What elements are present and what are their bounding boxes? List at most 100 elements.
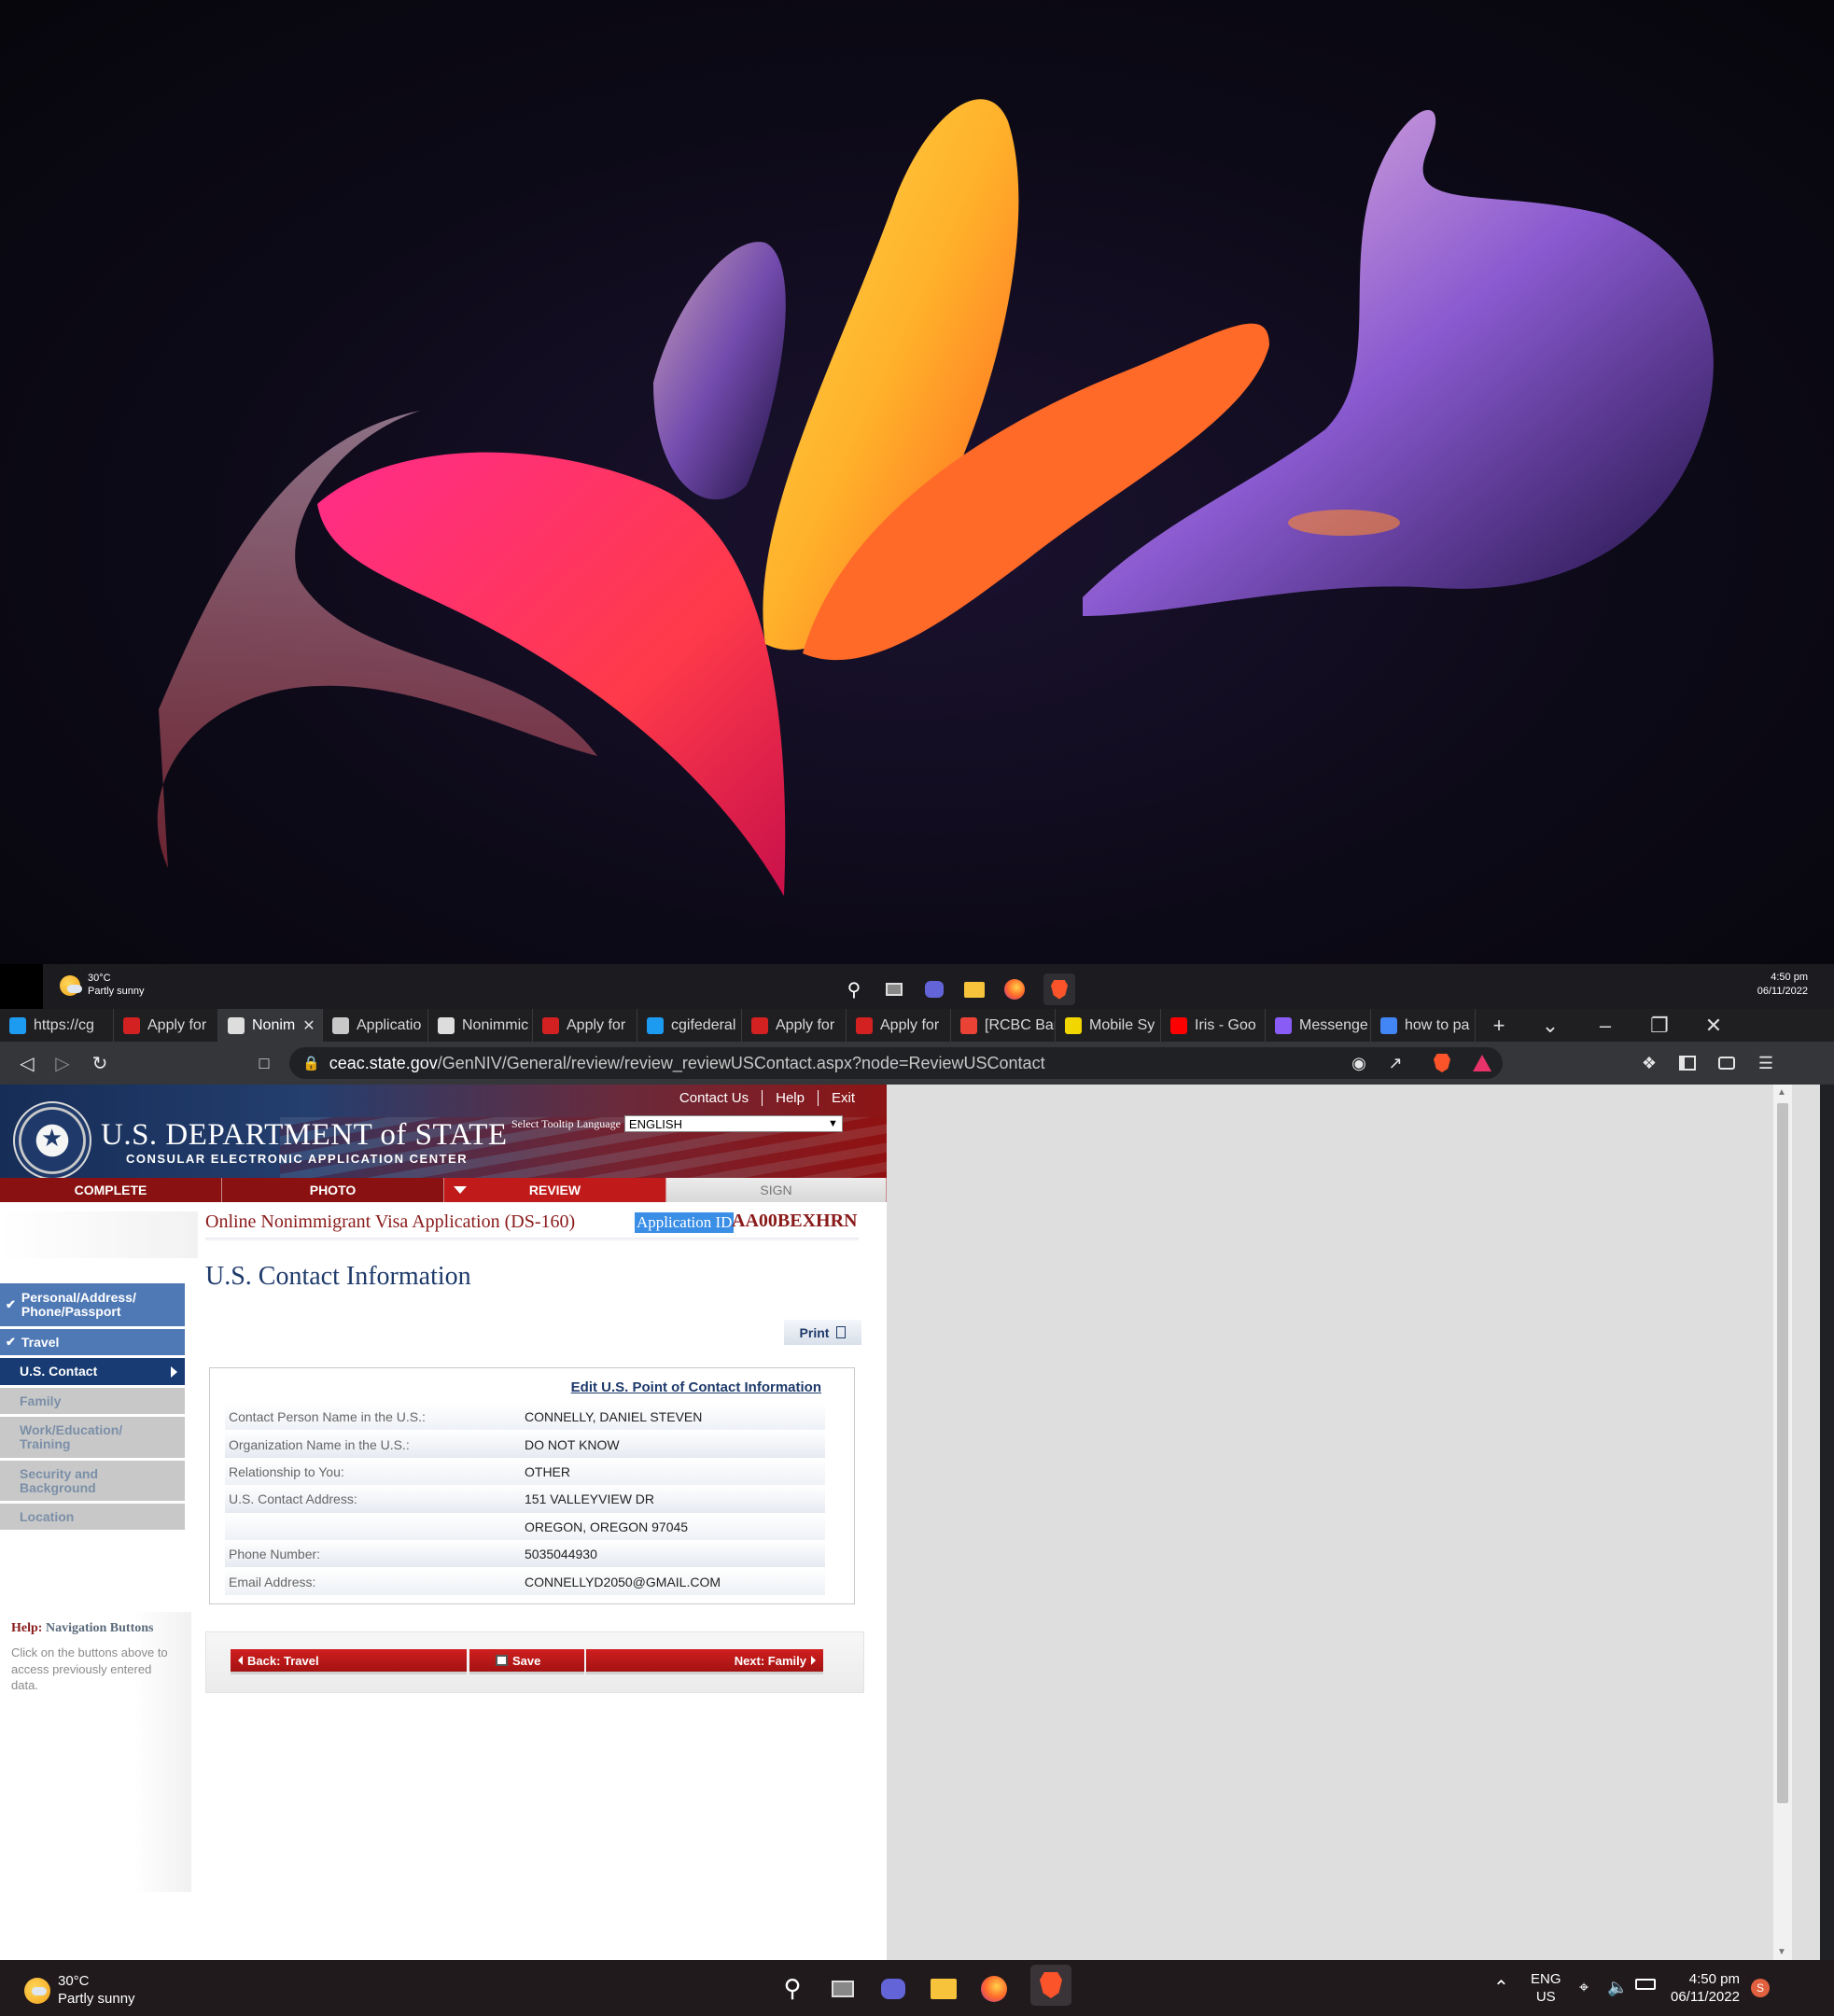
browser-tab[interactable]: Iris - Goo bbox=[1161, 1009, 1266, 1042]
reload-icon[interactable]: ↻ bbox=[88, 1051, 112, 1075]
brave-icon[interactable] bbox=[1030, 1965, 1071, 2006]
file-explorer-icon[interactable] bbox=[930, 1975, 958, 2003]
row-label: Contact Person Name in the U.S.: bbox=[229, 1409, 426, 1425]
step-review[interactable]: REVIEW bbox=[444, 1178, 666, 1202]
print-label: Print bbox=[799, 1324, 830, 1340]
tab-favicon-icon bbox=[332, 1016, 349, 1034]
wallet-icon[interactable] bbox=[1715, 1051, 1739, 1075]
help-title-prefix: Help: bbox=[11, 1621, 43, 1635]
task-view-icon[interactable] bbox=[883, 978, 905, 1001]
step-complete[interactable]: COMPLETE bbox=[0, 1178, 222, 1202]
step-photo[interactable]: PHOTO bbox=[222, 1178, 444, 1202]
exit-link[interactable]: Exit bbox=[817, 1090, 868, 1106]
next-button[interactable]: Next: Family bbox=[586, 1649, 823, 1672]
extensions-icon[interactable]: ❖ bbox=[1637, 1051, 1661, 1075]
tab-search-icon[interactable]: ⌄ bbox=[1522, 1009, 1578, 1042]
browser-tab[interactable]: [RCBC Bar bbox=[951, 1009, 1056, 1042]
browser-tab[interactable]: how to pa bbox=[1371, 1009, 1476, 1042]
search-icon[interactable]: ⚲ bbox=[778, 1974, 806, 2003]
next-button-label: Next: Family bbox=[734, 1653, 806, 1668]
contact-us-link[interactable]: Contact Us bbox=[666, 1090, 762, 1106]
print-button[interactable]: Print bbox=[784, 1320, 861, 1345]
tooltip-language-select[interactable]: ENGLISH ▼ bbox=[623, 1115, 843, 1132]
tab-label: Apply for bbox=[776, 1016, 835, 1033]
address-bar[interactable]: 🔒 ceac.state.gov/GenNIV/General/review/r… bbox=[289, 1047, 1503, 1079]
minimize-icon[interactable]: – bbox=[1578, 1009, 1632, 1042]
task-view-icon[interactable] bbox=[829, 1975, 857, 2003]
brave-icon[interactable] bbox=[1043, 973, 1075, 1005]
nav-family-label: Family bbox=[20, 1393, 62, 1408]
browser-tab[interactable]: Apply for bbox=[533, 1009, 637, 1042]
show-hidden-icons[interactable]: ⌃ bbox=[1493, 1977, 1509, 2000]
nav-personal[interactable]: ✔ Personal/Address/ Phone/Passport bbox=[0, 1283, 185, 1326]
file-explorer-icon[interactable] bbox=[963, 978, 986, 1001]
browser-tab[interactable]: Apply for bbox=[114, 1009, 218, 1042]
browser-tab[interactable]: Applicatio bbox=[323, 1009, 428, 1042]
weather-icon bbox=[24, 1977, 50, 2004]
firefox-icon[interactable] bbox=[980, 1975, 1008, 2003]
tooltip-language: Select Tooltip Language ENGLISH ▼ bbox=[511, 1115, 843, 1132]
back-icon[interactable]: ◁ bbox=[15, 1051, 39, 1075]
browser-tab[interactable]: Messenge bbox=[1266, 1009, 1371, 1042]
page-scrollbar[interactable]: ▲ ▼ bbox=[1773, 1085, 1792, 1960]
row-label: Phone Number: bbox=[229, 1547, 321, 1562]
browser-tab[interactable]: Nonimmic bbox=[428, 1009, 533, 1042]
back-button[interactable]: Back: Travel bbox=[231, 1649, 467, 1672]
scroll-down-icon[interactable]: ▼ bbox=[1777, 1947, 1786, 1957]
taskbar-clock[interactable]: 4:50 pm 06/11/2022 bbox=[1671, 1971, 1740, 2007]
browser-tab[interactable]: Apply for bbox=[742, 1009, 847, 1042]
maximize-icon[interactable]: ❐ bbox=[1632, 1009, 1687, 1042]
weather-condition: Partly sunny bbox=[88, 985, 145, 997]
close-tab-icon[interactable]: ✕ bbox=[302, 1016, 315, 1035]
bookmark-icon[interactable]: □ bbox=[252, 1051, 276, 1075]
nav-us-contact[interactable]: U.S. Contact bbox=[0, 1358, 185, 1385]
help-link[interactable]: Help bbox=[762, 1090, 818, 1106]
sidebar-icon[interactable] bbox=[1675, 1051, 1700, 1075]
nav-us-contact-label: U.S. Contact bbox=[20, 1364, 98, 1379]
tab-label: Apply for bbox=[880, 1016, 940, 1033]
desktop-clock[interactable]: 4:50 pm 06/11/2022 bbox=[1757, 971, 1808, 999]
brave-shields-icon[interactable] bbox=[1430, 1051, 1454, 1075]
search-icon[interactable]: ⚲ bbox=[843, 978, 865, 1001]
weather-widget[interactable]: 30°C Partly sunny bbox=[24, 1973, 135, 2009]
teams-chat-icon[interactable] bbox=[923, 978, 945, 1001]
start-icon[interactable] bbox=[728, 1975, 756, 2003]
firefox-icon[interactable] bbox=[1003, 978, 1026, 1001]
weather-widget[interactable]: 30°C Partly sunny bbox=[60, 973, 145, 999]
wifi-icon[interactable]: ⌖ bbox=[1579, 1977, 1589, 1998]
teams-chat-icon[interactable] bbox=[879, 1975, 907, 2003]
step-photo-label: PHOTO bbox=[309, 1183, 357, 1197]
battery-icon[interactable] bbox=[1635, 1979, 1656, 1990]
tab-favicon-icon bbox=[960, 1016, 977, 1034]
close-window-icon[interactable]: ✕ bbox=[1687, 1009, 1741, 1042]
language-indicator[interactable]: ENG US bbox=[1531, 1971, 1561, 2007]
scroll-up-icon[interactable]: ▲ bbox=[1777, 1087, 1786, 1098]
region-code: US bbox=[1535, 1988, 1556, 2005]
step-sign-label: SIGN bbox=[760, 1183, 792, 1197]
volume-icon[interactable]: 🔈 bbox=[1607, 1977, 1628, 1998]
camera-permission-icon[interactable]: ◉ bbox=[1347, 1051, 1371, 1075]
menu-icon[interactable]: ☰ bbox=[1754, 1051, 1778, 1075]
table-row: Email Address: CONNELLYD2050@GMAIL.COM bbox=[225, 1568, 825, 1596]
browser-tab[interactable]: Nonim ✕ bbox=[218, 1009, 323, 1042]
edit-contact-link[interactable]: Edit U.S. Point of Contact Information bbox=[571, 1379, 821, 1395]
browser-tab[interactable]: Apply for bbox=[847, 1009, 951, 1042]
share-icon[interactable]: ↗ bbox=[1383, 1051, 1407, 1075]
save-button[interactable]: Save bbox=[469, 1649, 584, 1672]
step-sign[interactable]: SIGN bbox=[666, 1178, 887, 1202]
tab-favicon-icon bbox=[123, 1016, 140, 1034]
nav-location: Location bbox=[0, 1504, 185, 1530]
save-disk-icon bbox=[496, 1655, 508, 1666]
new-tab-icon[interactable]: + bbox=[1476, 1009, 1522, 1042]
browser-tab[interactable]: Mobile Sy bbox=[1056, 1009, 1161, 1042]
browser-tab[interactable]: cgifederal bbox=[637, 1009, 742, 1042]
weather-condition: Partly sunny bbox=[58, 1990, 135, 2007]
brave-rewards-icon[interactable] bbox=[1470, 1051, 1494, 1075]
nav-travel[interactable]: ✔ Travel bbox=[0, 1329, 185, 1355]
scrollbar-thumb[interactable] bbox=[1777, 1103, 1788, 1803]
notification-badge[interactable]: S bbox=[1751, 1979, 1770, 1997]
forward-icon[interactable]: ▷ bbox=[50, 1051, 75, 1075]
browser-tab[interactable]: https://cg bbox=[0, 1009, 114, 1042]
start-icon[interactable] bbox=[803, 978, 825, 1001]
weather-temp: 30°C bbox=[88, 973, 111, 984]
